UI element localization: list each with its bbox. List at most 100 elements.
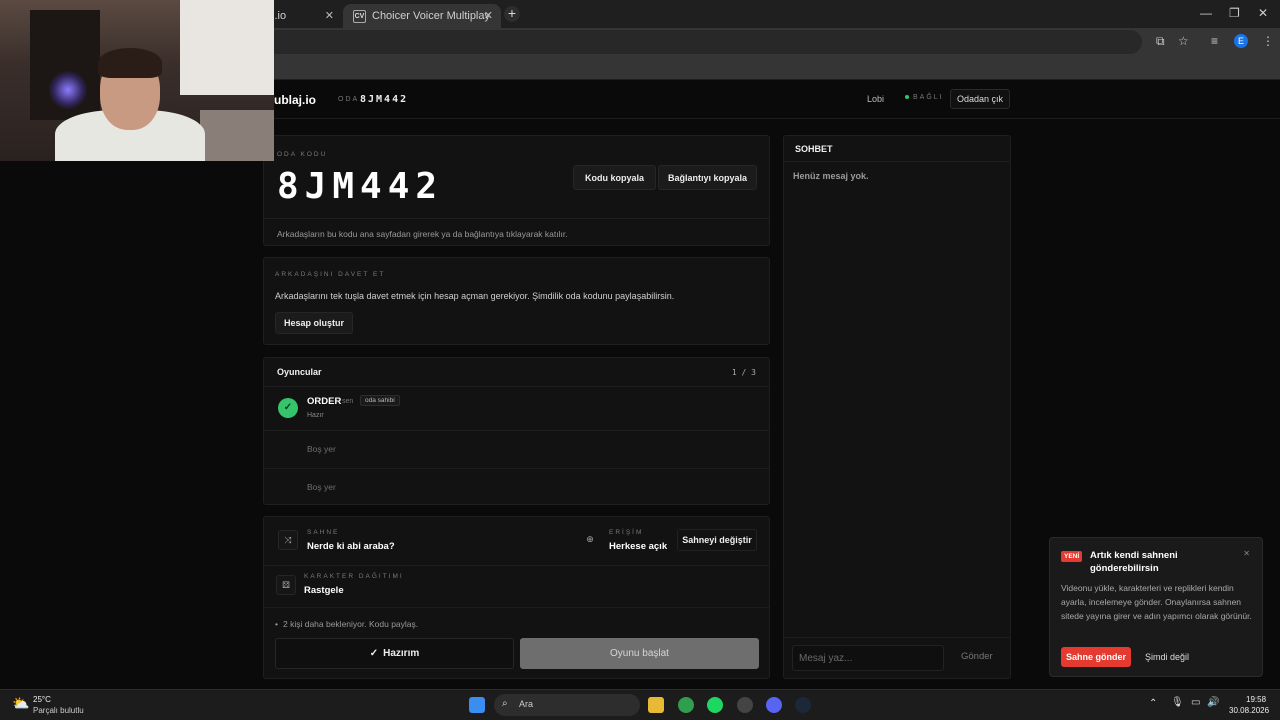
player-status: Hazır — [307, 412, 324, 419]
browser-tab-inactive[interactable]: i.io ✕ — [262, 4, 342, 28]
waiting-status: • 2 kişi daha bekleniyor. Kodu paylaş. — [275, 619, 418, 629]
dice-icon: ⚄ — [276, 575, 296, 595]
owner-badge: oda sahibi — [360, 395, 400, 406]
not-now-button[interactable]: Şimdi değil — [1145, 652, 1189, 662]
divider — [264, 218, 769, 219]
character-label: KARAKTER DAĞITIMI — [304, 573, 404, 580]
microphone-icon[interactable]: 🎙 — [1171, 697, 1184, 708]
media-control-icon[interactable]: ≡ — [1211, 34, 1218, 48]
empty-slot: Boş yer — [307, 444, 336, 454]
invite-label: ARKADAŞINI DAVET ET — [275, 271, 386, 278]
restore-icon[interactable]: ❐ — [1229, 6, 1240, 20]
waiting-text: 2 kişi daha bekleniyor. Kodu paylaş. — [282, 619, 419, 629]
file-explorer-icon[interactable] — [648, 697, 664, 713]
minimize-icon[interactable]: — — [1200, 6, 1212, 20]
invite-text: Arkadaşlarını tek tuşla davet etmek için… — [275, 291, 675, 301]
chrome-icon[interactable] — [678, 697, 694, 713]
taskbar-search[interactable]: ⌕ Ara — [494, 694, 640, 716]
new-badge: YENİ — [1061, 551, 1083, 562]
toast-close-icon[interactable]: ✕ — [1243, 549, 1250, 558]
leave-room-button[interactable]: Odadan çık — [950, 89, 1010, 109]
access-label: ERİŞİM — [609, 529, 644, 536]
chat-panel: SOHBET Henüz mesaj yok. Gönder — [783, 135, 1011, 679]
toast-title: Artık kendi sahneni gönderebilirsin — [1090, 550, 1178, 574]
create-account-button[interactable]: Hesap oluştur — [275, 312, 353, 334]
character-value: Rastgele — [304, 585, 344, 596]
connection-status: BAĞLI — [905, 94, 944, 101]
new-feature-toast: YENİ Artık kendi sahneni gönderebilirsin… — [1049, 537, 1263, 677]
chat-empty-text: Henüz mesaj yok. — [793, 171, 869, 181]
ready-button[interactable]: ✓ Hazırım — [275, 638, 514, 669]
room-code-card: ODA KODU 8JM442 Kodu kopyala Bağlantıyı … — [263, 135, 770, 246]
volume-icon[interactable]: 🔊 — [1207, 697, 1219, 708]
player-you-tag: sen — [342, 398, 354, 405]
player-name: ORDER — [307, 396, 342, 407]
players-title: Oyuncular — [277, 367, 322, 377]
webcam-person-hair — [98, 48, 162, 78]
spotify-icon[interactable] — [707, 697, 723, 713]
app-icon[interactable] — [737, 697, 753, 713]
new-tab-icon[interactable]: + — [504, 6, 520, 22]
divider — [264, 565, 769, 566]
chat-send-button[interactable]: Gönder — [961, 651, 993, 662]
weather-desc[interactable]: Parçalı bulutlu — [33, 706, 84, 715]
profile-avatar[interactable]: E — [1234, 34, 1248, 48]
ready-label: Hazırım — [383, 648, 420, 659]
room-code-display: 8JM442 — [277, 166, 444, 207]
address-bar[interactable] — [262, 30, 1142, 54]
windows-taskbar: ⛅ 25°C Parçalı bulutlu ⌕ Ara ⌃ 🎙 ▭ 🔊 19:… — [0, 689, 1280, 720]
tab-title: Choicer Voicer Multiplayer – Pla — [372, 10, 490, 22]
status-text: BAĞLI — [913, 94, 944, 101]
game-settings-card: ⤨ SAHNE Nerde ki abi araba? ⊕ ERİŞİM Her… — [263, 516, 770, 679]
chat-message-input[interactable] — [792, 645, 944, 671]
search-placeholder: Ara — [519, 699, 534, 709]
divider — [264, 468, 769, 469]
install-app-icon[interactable]: ⧉ — [1156, 34, 1165, 49]
room-label: ODA — [338, 96, 360, 103]
start-game-button[interactable]: Oyunu başlat — [520, 638, 759, 669]
check-icon: ✓ — [369, 648, 379, 659]
ready-check-icon: ✓ — [278, 398, 298, 418]
windows-start-icon[interactable] — [469, 697, 485, 713]
copy-link-button[interactable]: Bağlantıyı kopyala — [658, 165, 757, 190]
invite-card: ARKADAŞINI DAVET ET Arkadaşlarını tek tu… — [263, 257, 770, 345]
weather-icon: ⛅ — [12, 695, 30, 711]
empty-slot: Boş yer — [307, 482, 336, 492]
clock-time[interactable]: 19:58 — [1246, 695, 1266, 704]
shuffle-icon: ⤨ — [278, 530, 298, 550]
webcam-window-light — [180, 0, 274, 95]
divider — [264, 386, 769, 387]
weather-temp[interactable]: 25°C — [33, 695, 51, 704]
browser-tab-active[interactable]: CV Choicer Voicer Multiplayer – Pla ✕ — [343, 4, 501, 28]
network-icon[interactable]: ▭ — [1191, 697, 1200, 708]
search-icon: ⌕ — [502, 698, 508, 709]
toast-body: Videonu yükle, karakterleri ve replikler… — [1061, 583, 1252, 621]
header-room-code: 8JM442 — [360, 94, 409, 105]
tray-chevron-icon[interactable]: ⌃ — [1149, 698, 1157, 709]
players-count: 1 / 3 — [731, 368, 756, 377]
room-hint-text: Arkadaşların bu kodu ana sayfadan girere… — [277, 229, 568, 239]
status-dot-icon — [905, 95, 909, 100]
chat-title: SOHBET — [795, 144, 833, 154]
access-value: Herkese açık — [609, 541, 668, 552]
tab-close-icon[interactable]: ✕ — [484, 9, 493, 22]
close-window-icon[interactable]: ✕ — [1258, 6, 1268, 20]
discord-icon[interactable] — [766, 697, 782, 713]
bullet-icon: • — [275, 619, 278, 629]
webcam-overlay — [0, 0, 274, 161]
room-code-label: ODA KODU — [277, 151, 328, 158]
bookmark-star-icon[interactable]: ☆ — [1178, 34, 1189, 48]
steam-icon[interactable] — [795, 697, 811, 713]
players-card: Oyuncular 1 / 3 ✓ ORDER sen oda sahibi H… — [263, 357, 770, 505]
nav-lobby-link[interactable]: Lobi — [867, 94, 884, 104]
copy-code-button[interactable]: Kodu kopyala — [573, 165, 656, 190]
clock-date[interactable]: 30.08.2026 — [1229, 706, 1269, 715]
tab-close-icon[interactable]: ✕ — [325, 9, 334, 22]
divider — [264, 430, 769, 431]
submit-scene-button[interactable]: Sahne gönder — [1061, 647, 1131, 667]
menu-kebab-icon[interactable]: ⋮ — [1262, 34, 1274, 48]
change-scene-button[interactable]: Sahneyi değiştir — [677, 529, 757, 551]
site-logo[interactable]: ublaj.io — [274, 93, 316, 107]
divider — [784, 161, 1010, 162]
webcam-purple-light — [48, 70, 88, 110]
